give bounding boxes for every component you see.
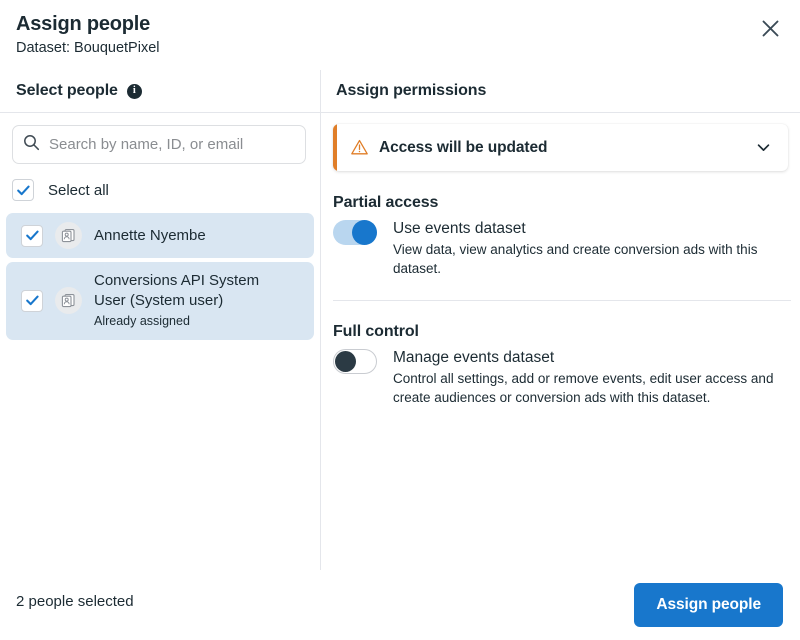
full-control-title: Full control <box>333 323 419 341</box>
person-checkbox[interactable] <box>21 225 43 247</box>
access-update-banner[interactable]: Access will be updated <box>333 124 788 171</box>
assign-people-button[interactable]: Assign people <box>634 583 783 627</box>
manage-events-dataset-toggle[interactable] <box>333 349 377 374</box>
dialog-title: Assign people <box>16 13 150 36</box>
permission-name: Manage events dataset <box>393 349 554 366</box>
contact-card-icon <box>55 287 82 314</box>
person-status: Already assigned <box>94 312 290 331</box>
info-icon[interactable]: i <box>127 84 142 99</box>
assign-permissions-panel: Access will be updated Partial access Us… <box>321 113 800 570</box>
select-people-panel: Select all Annett <box>0 113 320 570</box>
search-icon <box>23 134 40 156</box>
select-all-checkbox[interactable] <box>12 179 34 201</box>
banner-title: Access will be updated <box>379 139 755 157</box>
select-people-title: Select people <box>16 82 118 100</box>
close-icon <box>761 19 780 41</box>
dialog-header: Assign people Dataset: BouquetPixel <box>0 0 800 70</box>
dialog-footer: 2 people selected Assign people <box>0 570 800 640</box>
assign-permissions-header: Assign permissions <box>336 82 486 100</box>
close-button[interactable] <box>752 12 788 48</box>
permission-name: Use events dataset <box>393 220 526 237</box>
people-list: Annette Nyembe <box>0 213 320 344</box>
assign-people-dialog: Assign people Dataset: BouquetPixel Sele… <box>0 0 800 640</box>
select-people-header: Select people i <box>16 82 142 100</box>
assign-permissions-title: Assign permissions <box>336 82 486 99</box>
person-checkbox[interactable] <box>21 290 43 312</box>
select-all-label: Select all <box>48 182 109 199</box>
contact-card-icon <box>55 222 82 249</box>
person-name: Annette Nyembe <box>94 226 206 246</box>
list-item[interactable]: Conversions API System User (System user… <box>6 262 314 340</box>
permission-row-use-events-dataset: Use events dataset View data, view analy… <box>333 218 791 278</box>
selection-count: 2 people selected <box>16 593 134 610</box>
permission-description: Control all settings, add or remove even… <box>393 370 791 407</box>
permission-row-manage-events-dataset: Manage events dataset Control all settin… <box>333 347 791 407</box>
use-events-dataset-toggle[interactable] <box>333 220 377 245</box>
person-info: Annette Nyembe <box>94 226 206 246</box>
partial-access-title: Partial access <box>333 194 438 212</box>
section-divider <box>333 300 791 301</box>
select-all-row[interactable]: Select all <box>12 175 306 205</box>
permission-text: Manage events dataset Control all settin… <box>393 347 791 407</box>
search-field[interactable] <box>12 125 306 164</box>
list-item[interactable]: Annette Nyembe <box>6 213 314 258</box>
person-name: Conversions API System User (System user… <box>94 271 290 311</box>
permission-text: Use events dataset View data, view analy… <box>393 218 791 278</box>
dataset-subtitle: Dataset: BouquetPixel <box>16 40 159 56</box>
warning-triangle-icon <box>350 138 369 157</box>
permission-description: View data, view analytics and create con… <box>393 241 791 278</box>
chevron-down-icon[interactable] <box>755 139 772 156</box>
person-info: Conversions API System User (System user… <box>94 271 290 331</box>
search-input[interactable] <box>49 136 295 153</box>
banner-accent-bar <box>333 124 337 171</box>
